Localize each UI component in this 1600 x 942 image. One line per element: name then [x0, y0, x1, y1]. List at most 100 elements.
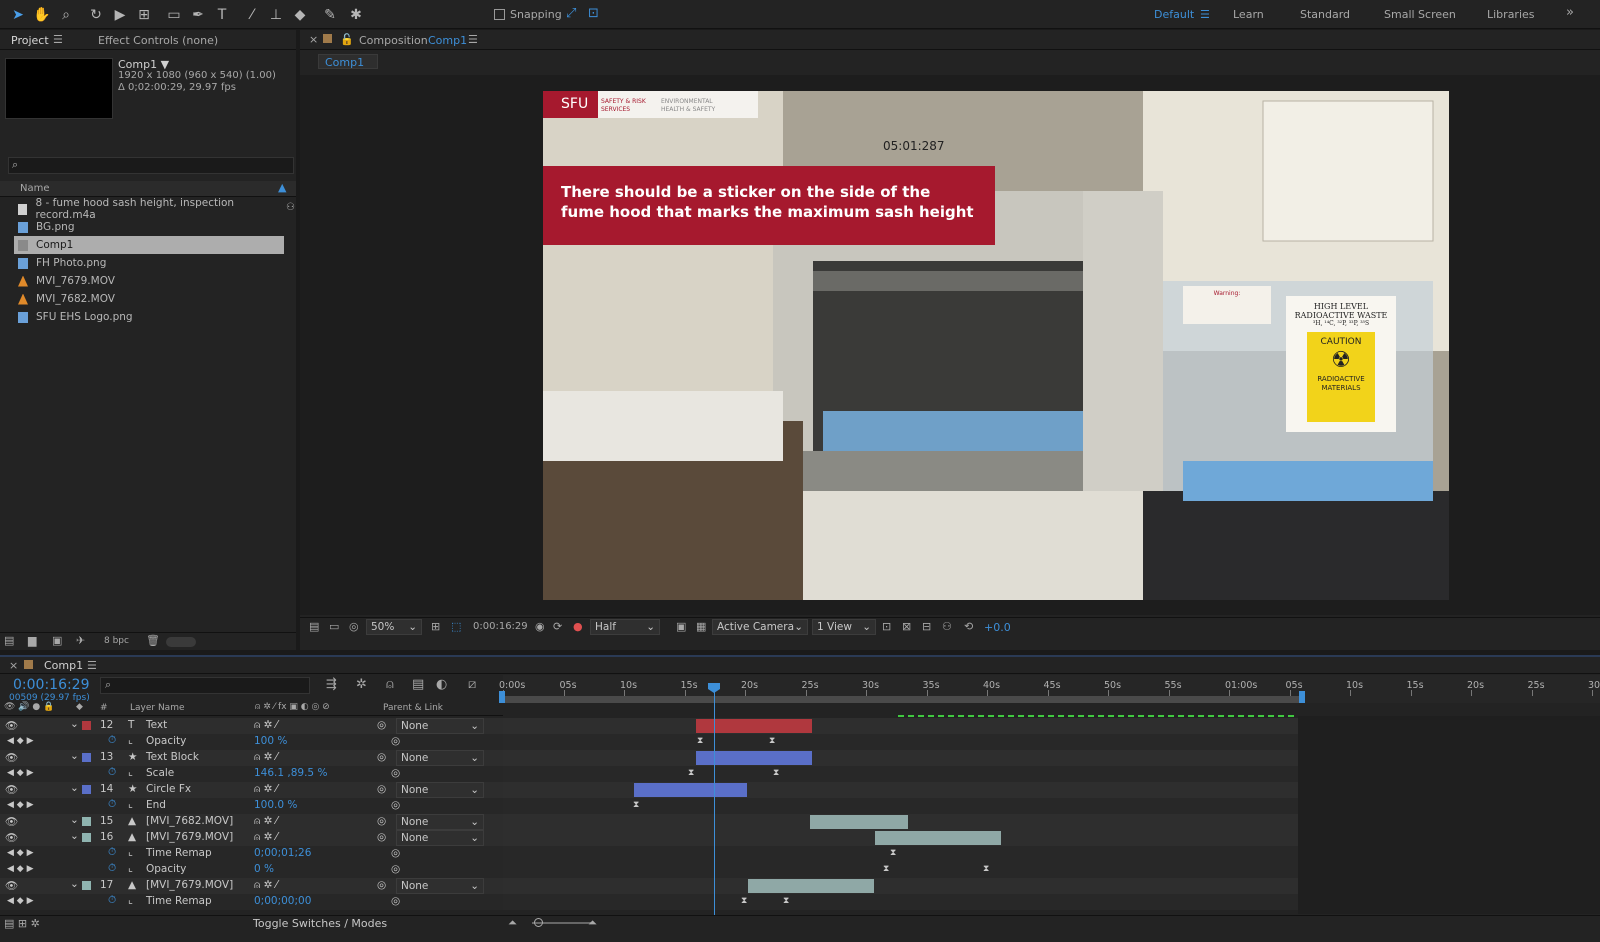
- label-color-swatch[interactable]: [82, 753, 91, 762]
- sort-ascending-icon[interactable]: ▲: [278, 181, 286, 194]
- property-row[interactable]: ◀ ◆ ▶ ⏱ ⌞ Scale 146.1 ,89.5 % ◎: [0, 766, 503, 782]
- expression-icon[interactable]: ◎: [391, 767, 400, 779]
- parent-select[interactable]: None ⌄: [396, 718, 484, 734]
- pickwhip-icon[interactable]: ◎: [377, 719, 386, 731]
- time-ruler[interactable]: 0:00s 05s 10s 15s 20s 25s 30s 35s 40s 45s 50s 55s 01…: [499, 675, 1600, 703]
- expand-arrow-icon[interactable]: ⌄: [70, 878, 79, 890]
- label-color-swatch[interactable]: [82, 833, 91, 842]
- project-file-item[interactable]: Comp1: [14, 236, 284, 254]
- keyframe-nav-icon[interactable]: ◀ ◆ ▶: [7, 864, 34, 874]
- snap-grid-icon[interactable]: ⊡: [588, 6, 599, 21]
- layer-switches-icon[interactable]: ⍝ ✲ ⁄: [254, 879, 278, 892]
- more-workspaces-icon[interactable]: »: [1566, 5, 1574, 20]
- label-color-swatch[interactable]: [82, 881, 91, 890]
- label-color-swatch[interactable]: [82, 785, 91, 794]
- track-lane[interactable]: ⧗ ⧗: [503, 862, 1300, 878]
- graph-icon[interactable]: ⌞: [128, 894, 133, 906]
- property-value[interactable]: 100 %: [254, 735, 287, 747]
- effect-controls-tab[interactable]: Effect Controls (none): [98, 34, 218, 47]
- keyframe-icon[interactable]: ⧗: [688, 768, 694, 778]
- layer-duration-bar[interactable]: [748, 879, 874, 893]
- pickwhip-icon[interactable]: ◎: [377, 815, 386, 827]
- track-lane[interactable]: ⧗ ⧗: [503, 894, 1300, 910]
- clone-stamp-tool-icon[interactable]: ⊥: [266, 5, 286, 25]
- work-area-end-handle[interactable]: [1299, 691, 1305, 703]
- visibility-eye-icon[interactable]: 👁: [5, 815, 18, 828]
- toggle-mask-icon[interactable]: ⬚: [451, 620, 461, 633]
- snapping-checkbox[interactable]: [494, 9, 505, 20]
- layer-duration-bar[interactable]: [634, 783, 747, 797]
- comp-flowchart-icon[interactable]: ⚇: [942, 620, 952, 633]
- frame-blending-icon[interactable]: ▤: [412, 677, 424, 692]
- av-features-icons[interactable]: 👁 🔊 ● 🔒: [4, 702, 54, 712]
- expand-arrow-icon[interactable]: ⌄: [70, 718, 79, 730]
- layer-switches-icon[interactable]: ⍝ ✲ ⁄: [254, 831, 278, 844]
- project-file-item[interactable]: BG.png: [14, 218, 284, 236]
- parent-link-column-header[interactable]: Parent & Link: [383, 703, 443, 713]
- keyframe-icon[interactable]: ⧗: [983, 864, 989, 874]
- track-lane[interactable]: ⧗ ⧗: [503, 734, 1300, 750]
- expression-icon[interactable]: ◎: [391, 863, 400, 875]
- monitor-icon[interactable]: ▭: [329, 620, 339, 633]
- graph-icon[interactable]: ⌞: [128, 766, 133, 778]
- property-value[interactable]: 146.1 ,89.5 %: [254, 767, 327, 779]
- zoom-tool-icon[interactable]: ⌕: [56, 5, 76, 25]
- fast-previews-icon[interactable]: ▣: [676, 620, 686, 633]
- pickwhip-icon[interactable]: ◎: [377, 751, 386, 763]
- parent-select[interactable]: None ⌄: [396, 878, 484, 894]
- keyframe-icon[interactable]: ⧗: [697, 736, 703, 746]
- parent-select[interactable]: None ⌄: [396, 782, 484, 798]
- selection-tool-icon[interactable]: ➤: [8, 5, 28, 25]
- trash-icon[interactable]: 🗑: [146, 634, 160, 647]
- thumbnail-slider[interactable]: [166, 637, 196, 647]
- resolution-select[interactable]: Half ⌄: [590, 619, 660, 635]
- puppet-tool-icon[interactable]: ✱: [346, 5, 366, 25]
- layer-row[interactable]: 👁 ⌄ 12 T Text ⍝ ✲ ⁄ ◎ None ⌄: [0, 718, 503, 734]
- layer-name[interactable]: [MVI_7679.MOV]: [146, 831, 233, 843]
- timeline-tab[interactable]: Comp1: [44, 659, 83, 672]
- brush-tool-icon[interactable]: ⁄: [242, 5, 262, 25]
- fast-draft-icon[interactable]: ⊠: [902, 620, 911, 633]
- new-folder-icon[interactable]: ▆: [28, 634, 36, 647]
- property-row[interactable]: ◀ ◆ ▶ ⏱ ⌞ Opacity 0 % ◎: [0, 862, 503, 878]
- hand-tool-icon[interactable]: ✋: [32, 5, 52, 25]
- layer-switches-icon[interactable]: ⍝ ✲ ⁄: [254, 783, 278, 796]
- keyframe-icon[interactable]: ⧗: [633, 800, 639, 810]
- expression-icon[interactable]: ◎: [391, 735, 400, 747]
- expression-icon[interactable]: ◎: [391, 895, 400, 907]
- project-file-item[interactable]: MVI_7682.MOV: [14, 290, 284, 308]
- workspace-small-screen[interactable]: Small Screen: [1384, 8, 1456, 21]
- layer-row[interactable]: 👁 ⌄ 17 ▲ [MVI_7679.MOV] ⍝ ✲ ⁄ ◎ None ⌄: [0, 878, 503, 894]
- comp-breadcrumb[interactable]: Comp1: [318, 54, 378, 69]
- track-lane[interactable]: [503, 718, 1300, 734]
- visibility-eye-icon[interactable]: 👁: [5, 879, 18, 892]
- toggle-switches-modes-button[interactable]: Toggle Switches / Modes: [253, 917, 387, 930]
- region-of-interest-icon[interactable]: ▤: [309, 620, 319, 633]
- snapshot-icon[interactable]: ◉: [535, 620, 545, 633]
- stopwatch-icon[interactable]: ⏱: [108, 734, 116, 747]
- visibility-eye-icon[interactable]: 👁: [5, 831, 18, 844]
- layer-row[interactable]: 👁 ⌄ 13 ★ Text Block ⍝ ✲ ⁄ ◎ None ⌄: [0, 750, 503, 766]
- layer-switches-icon[interactable]: ⍝ ✲ ⁄: [254, 815, 278, 828]
- type-tool-icon[interactable]: T: [212, 5, 232, 25]
- footer-render-icons[interactable]: ▤ ⊞ ✲: [4, 917, 40, 930]
- pickwhip-icon[interactable]: ◎: [377, 831, 386, 843]
- workspace-libraries[interactable]: Libraries: [1487, 8, 1535, 21]
- name-column-header[interactable]: Name: [20, 183, 50, 194]
- mask-visibility-icon[interactable]: ◎: [349, 620, 359, 633]
- property-value[interactable]: 0;00;00;00: [254, 895, 311, 907]
- expand-arrow-icon[interactable]: ⌄: [70, 782, 79, 794]
- property-row[interactable]: ◀ ◆ ▶ ⏱ ⌞ Time Remap 0;00;01;26 ◎: [0, 846, 503, 862]
- graph-icon[interactable]: ⌞: [128, 846, 133, 858]
- rotate-tool-icon[interactable]: ↻: [86, 5, 106, 25]
- roto-brush-tool-icon[interactable]: ✎: [320, 5, 340, 25]
- close-tab-icon[interactable]: ×: [309, 33, 318, 46]
- layer-switches-icon[interactable]: ⍝ ✲ ⁄: [254, 751, 278, 764]
- magnification-select[interactable]: 50% ⌄: [366, 619, 422, 635]
- channel-icon[interactable]: ●: [573, 620, 583, 633]
- motion-blur-icon[interactable]: ◐: [436, 677, 447, 692]
- property-row[interactable]: ◀ ◆ ▶ ⏱ ⌞ Opacity 100 % ◎: [0, 734, 503, 750]
- adjust-settings-icon[interactable]: ✈: [76, 634, 85, 647]
- stopwatch-icon[interactable]: ⏱: [108, 766, 116, 779]
- project-file-item[interactable]: MVI_7679.MOV: [14, 272, 284, 290]
